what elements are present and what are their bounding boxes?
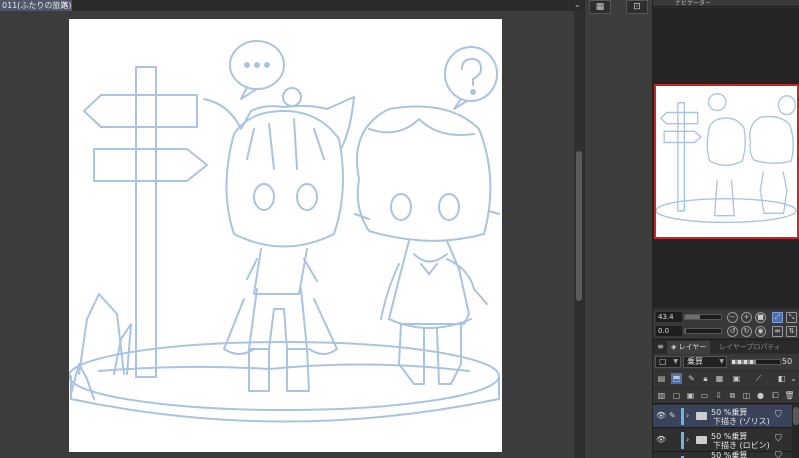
folder-icon	[696, 436, 707, 444]
navigator-title: ナビゲーター	[675, 0, 712, 7]
folder-icon	[696, 412, 707, 420]
document-tab[interactable]: 011(ふたりの旅路) ×	[0, 0, 72, 11]
canvas-area[interactable]: 011(ふたりの旅路) × ⌄	[0, 0, 584, 458]
lock-icon[interactable]: 🔒︎	[700, 373, 711, 384]
palette-dock-strip: ▦ ⊡	[584, 0, 652, 458]
zoom-slider[interactable]	[684, 314, 722, 320]
blend-row: ▢ ▼ 乗算 ▼ 50	[653, 354, 799, 370]
menu-icon[interactable]: ≡	[655, 341, 666, 352]
new-raster-layer-icon[interactable]: ▢	[671, 390, 682, 401]
layer-row[interactable]: 👁︎ › 50 %乗算 ⛉	[653, 451, 792, 458]
layer-color-bar	[681, 432, 684, 449]
close-icon[interactable]: ×	[61, 0, 69, 11]
thumbnail-sketch	[656, 92, 797, 224]
new-vector-layer-icon[interactable]: ▣	[685, 390, 696, 401]
tab-layer-property[interactable]: レイヤープロパティ	[715, 341, 785, 354]
window-icon[interactable]: ⊡	[626, 0, 648, 14]
layer-name: 下描き (ゾリス)	[713, 417, 770, 426]
reset-rotation-icon[interactable]: ◉	[755, 326, 766, 337]
layer-list-scrollbar[interactable]	[792, 405, 799, 458]
rotation-value[interactable]: 0.0	[656, 326, 682, 336]
layer-blend-info: 50 %乗算	[711, 451, 748, 458]
layer-row[interactable]: 👁︎ ✎ › 50 %乗算 下描き (ゾリス) ⛉	[653, 405, 792, 428]
delete-layer-icon[interactable]: 🗑︎	[784, 390, 795, 401]
rotate-right-icon[interactable]: ↻	[741, 326, 752, 337]
opacity-slider[interactable]	[731, 359, 781, 365]
flip-horizontal-icon[interactable]: ⇹	[772, 326, 783, 337]
merge-icon[interactable]: ⧉	[727, 390, 738, 401]
chevron-down-icon[interactable]: ⌄	[574, 0, 581, 10]
layer-color-dropdown[interactable]: ▢ ▼	[655, 356, 681, 368]
draft-marker-icon: ⛉	[775, 434, 782, 444]
layers-icon: ◈	[671, 343, 679, 351]
draft-layer-icon[interactable]: ✎	[686, 373, 697, 384]
layer-toolbar-row1: ▤ ⬒ ✎ 🔒︎ ▦ ▣ ⟋ ◧ ⌄	[653, 371, 799, 387]
tab-layer[interactable]: ◈ レイヤー	[667, 341, 711, 354]
chevron-down-icon[interactable]: ⌄	[788, 373, 799, 384]
navigator-view[interactable]	[653, 8, 799, 308]
layer-color-bar	[681, 408, 684, 425]
tab-layer-label: レイヤー	[678, 343, 707, 351]
rotation-row: 0.0 ↺ ↻ ◉ ⇹ ⇅	[653, 324, 799, 338]
scrollbar-thumb[interactable]	[793, 407, 799, 425]
navigator-thumbnail[interactable]	[654, 84, 799, 239]
pen-icon: ✎	[669, 411, 676, 420]
new-folder-icon[interactable]: ▭	[699, 390, 710, 401]
mask-icon[interactable]: ▣	[731, 373, 742, 384]
panel-layout-icon[interactable]: ▥	[656, 390, 667, 401]
layer-panel-tabs: ≡ ◈ レイヤー レイヤープロパティ	[653, 339, 799, 354]
new-mask-icon[interactable]: ●	[755, 390, 766, 401]
layer-row[interactable]: 👁︎ › 50 %乗算 下描き (ロビン) ⛉	[653, 429, 792, 452]
chevron-down-icon: ▼	[719, 358, 724, 365]
zoom-value[interactable]: 43.4	[656, 312, 682, 322]
fit-icon[interactable]: ■	[755, 312, 766, 323]
opacity-value[interactable]: 50	[782, 357, 792, 366]
apply-mask-icon[interactable]: ◫	[741, 390, 752, 401]
eye-icon[interactable]: 👁︎	[656, 411, 666, 420]
reference-layer-icon[interactable]: ⬒	[671, 373, 682, 384]
expand-icon[interactable]: ⤡	[786, 312, 797, 323]
transfer-down-icon[interactable]: ⇩	[713, 390, 724, 401]
navigator-header: ナビゲーター	[653, 0, 799, 7]
rotate-left-icon[interactable]: ↺	[727, 326, 738, 337]
clip-icon[interactable]: ▤	[656, 373, 667, 384]
flip-vertical-icon[interactable]: ⇅	[786, 326, 797, 337]
chevron-right-icon[interactable]: ›	[686, 411, 689, 420]
zoom-row: 43.4 − + ■ ⤢ ⤡	[653, 310, 799, 324]
draft-marker-icon: ⛉	[775, 451, 782, 458]
lock-transparency-icon[interactable]: ▦	[714, 373, 725, 384]
sketch-drawing	[68, 40, 500, 423]
layer-toolbar-row2: ▥ ▢ ▣ ▭ ⇩ ⧉ ◫ ● ⧠ 🗑︎	[653, 388, 799, 404]
chevron-right-icon[interactable]: ›	[686, 435, 689, 444]
fit-window-icon[interactable]: ⤢	[772, 312, 783, 323]
draft-marker-icon: ⛉	[775, 410, 782, 420]
tab-layer-property-label: レイヤープロパティ	[719, 343, 781, 351]
scrollbar-thumb[interactable]	[576, 151, 582, 301]
zoom-in-icon[interactable]: +	[741, 312, 752, 323]
artboard[interactable]	[68, 19, 502, 452]
eye-icon[interactable]: 👁︎	[656, 435, 666, 444]
document-tab-bar: 011(ふたりの旅路) × ⌄	[0, 0, 584, 11]
blend-mode-value: 乗算	[687, 357, 703, 366]
grid-icon[interactable]: ▦	[589, 0, 611, 14]
right-panel: ナビゲーター 43.4 − + ■ ⤢ ⤡ 0.0 ↺ ↻ ◉ ⇹ ⇅ ≡ ◈ …	[652, 0, 799, 458]
ruler-icon[interactable]: ⟋	[753, 373, 764, 384]
copy-layer-icon[interactable]: ⧠	[770, 390, 781, 401]
rotation-slider[interactable]	[684, 328, 722, 334]
layer-color-icon[interactable]: ◧	[776, 373, 787, 384]
blend-mode-select[interactable]: 乗算 ▼	[683, 356, 727, 368]
canvas-vertical-scrollbar[interactable]	[574, 11, 584, 458]
zoom-out-icon[interactable]: −	[727, 312, 738, 323]
